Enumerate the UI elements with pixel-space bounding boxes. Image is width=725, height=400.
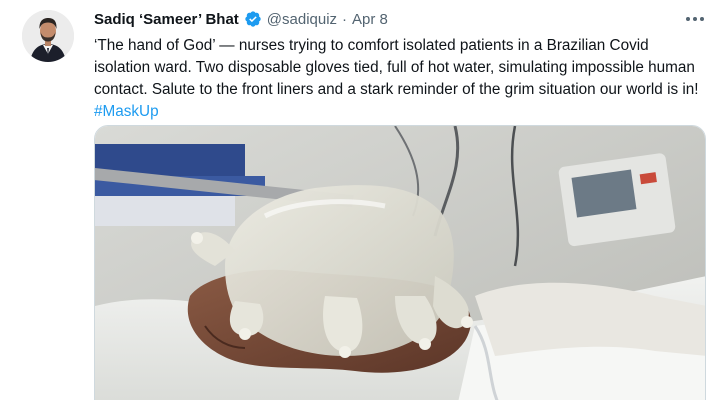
separator-dot: · <box>342 10 348 28</box>
author-display-name[interactable]: Sadiq ‘Sameer’ Bhat <box>94 11 239 28</box>
tweet-card[interactable]: Sadiq ‘Sameer’ Bhat @sadiquiz · Apr 8 ‘T… <box>0 0 725 400</box>
author-handle[interactable]: @sadiquiz <box>267 11 337 28</box>
tweet-date[interactable]: Apr 8 <box>352 11 388 28</box>
tweet-text-main: ‘The hand of God’ — nurses trying to com… <box>94 37 699 98</box>
tweet-media-photo[interactable] <box>94 125 706 400</box>
tweet-header: Sadiq ‘Sameer’ Bhat @sadiquiz · Apr 8 <box>94 9 388 29</box>
more-options-icon <box>686 17 704 21</box>
photo-gloved-hands <box>95 126 705 400</box>
more-options-button[interactable] <box>683 8 707 30</box>
hashtag-link[interactable]: #MaskUp <box>94 103 159 120</box>
avatar[interactable] <box>22 10 74 62</box>
avatar-photo <box>22 10 74 62</box>
verified-badge-icon <box>244 10 262 28</box>
tweet-text: ‘The hand of God’ — nurses trying to com… <box>94 35 704 123</box>
